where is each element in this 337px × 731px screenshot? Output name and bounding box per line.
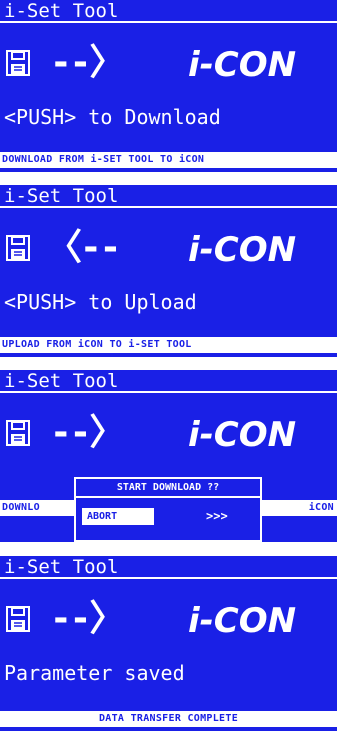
screen-title: i-Set Tool	[0, 556, 337, 579]
screen-upload: i-Set Tool 〈-- i-CON <PUSH> to Upload UP…	[0, 185, 337, 357]
abort-button[interactable]: ABORT	[82, 508, 154, 525]
icon-logo: i-CON	[188, 414, 296, 456]
screen-title: i-Set Tool	[0, 370, 337, 393]
confirm-dialog: START DOWNLOAD ?? ABORT >>>	[74, 477, 262, 542]
brand-text: i-CON	[188, 230, 297, 270]
transfer-direction: --〉 i-CON	[6, 598, 337, 642]
brand-text: i-CON	[188, 601, 297, 641]
floppy-disk-icon	[6, 606, 30, 632]
push-prompt: <PUSH> to Upload	[4, 290, 197, 314]
icon-logo: i-CON	[188, 229, 296, 271]
arrow-right-icon: --〉	[50, 598, 125, 639]
screen-download: i-Set Tool --〉 i-CON <PUSH> to Download …	[0, 0, 337, 172]
arrow-right-icon: --〉	[50, 412, 125, 453]
dialog-title: START DOWNLOAD ??	[76, 479, 260, 498]
floppy-disk-icon	[6, 420, 30, 446]
status-bar-right: iCON	[262, 500, 337, 516]
continue-button[interactable]: >>>	[206, 508, 228, 525]
screen-confirm-download: i-Set Tool --〉 i-CON DOWNLO iCON START D…	[0, 370, 337, 542]
push-prompt: <PUSH> to Download	[4, 105, 221, 129]
floppy-disk-icon	[6, 235, 30, 261]
status-bar-left: DOWNLO	[0, 500, 74, 516]
status-message: Parameter saved	[4, 661, 185, 685]
transfer-direction: --〉 i-CON	[6, 412, 337, 456]
icon-logo: i-CON	[188, 44, 296, 86]
status-bar: DOWNLOAD FROM i-SET TOOL TO iCON	[0, 152, 337, 168]
transfer-direction: 〈-- i-CON	[6, 227, 337, 271]
arrow-right-icon: --〉	[50, 42, 125, 83]
floppy-disk-icon	[6, 50, 30, 76]
transfer-direction: --〉 i-CON	[6, 42, 337, 86]
brand-text: i-CON	[188, 415, 297, 455]
arrow-left-icon: 〈--	[46, 227, 121, 268]
screen-transfer-complete: i-Set Tool --〉 i-CON Parameter saved DAT…	[0, 556, 337, 731]
status-bar: UPLOAD FROM iCON TO i-SET TOOL	[0, 337, 337, 353]
status-bar: DATA TRANSFER COMPLETE	[0, 711, 337, 727]
screen-title: i-Set Tool	[0, 0, 337, 23]
icon-logo: i-CON	[188, 600, 296, 642]
screen-title: i-Set Tool	[0, 185, 337, 208]
brand-text: i-CON	[188, 45, 297, 85]
